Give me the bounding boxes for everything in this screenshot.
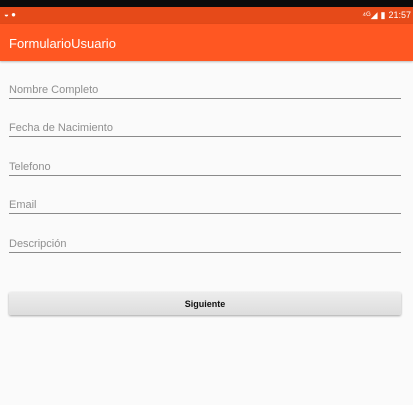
nombre-completo-input[interactable]	[9, 81, 401, 99]
nombre-completo-field[interactable]	[9, 80, 401, 99]
email-input[interactable]	[9, 196, 401, 214]
android-icon: ●	[11, 10, 16, 19]
descripcion-input[interactable]	[9, 235, 401, 253]
wifi-icon: ◒	[4, 10, 9, 19]
siguiente-button[interactable]: Siguiente	[9, 292, 401, 315]
notification-icons: ◒ ●	[4, 10, 16, 20]
app-bar: FormularioUsuario	[0, 24, 413, 61]
battery-icon: ▮	[380, 10, 386, 20]
status-right: ⁴ᴳ◢ ▮ 21:57	[362, 9, 411, 21]
status-time: 21:57	[388, 10, 411, 20]
email-field[interactable]	[9, 195, 401, 214]
fecha-nacimiento-field[interactable]	[9, 118, 401, 137]
telefono-field[interactable]	[9, 157, 401, 176]
app-title: FormularioUsuario	[9, 36, 116, 51]
fecha-nacimiento-input[interactable]	[9, 119, 401, 137]
signal-icon: ⁴ᴳ◢	[362, 10, 378, 20]
descripcion-field[interactable]	[9, 234, 401, 253]
top-edge	[0, 0, 413, 7]
telefono-input[interactable]	[9, 158, 401, 176]
status-bar: ◒ ● ⁴ᴳ◢ ▮ 21:57	[0, 7, 413, 24]
